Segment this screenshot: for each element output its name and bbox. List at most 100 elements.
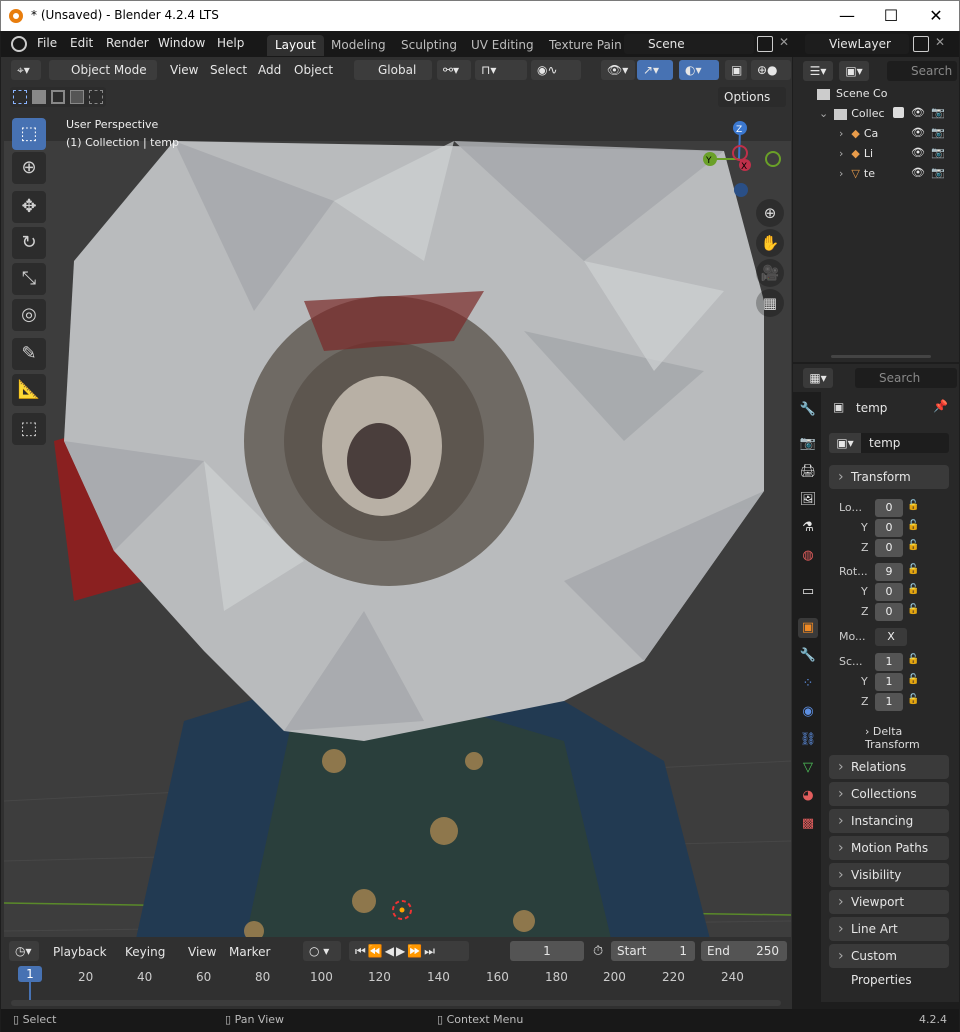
outliner-filter-icon[interactable]: ▣▾ [839,61,869,81]
end-frame-field[interactable]: End 250 [701,941,787,961]
render-tab-icon[interactable]: 📷 [798,434,818,454]
outliner-search[interactable]: Search [887,61,957,81]
rotation-z-field[interactable]: 0 [875,603,903,621]
proportional-edit-icon[interactable]: ◉∿ [531,60,581,80]
menu-view[interactable]: View [170,63,198,77]
scale-z-field[interactable]: 1 [875,693,903,711]
clock-icon[interactable]: ⏱ [593,944,603,959]
visibility-icon[interactable]: 👁▾ [601,60,635,80]
overlay-toggle-icon[interactable]: ◐▾ [679,60,719,80]
scale-tool[interactable]: ⤡ [12,263,46,295]
add-cube-tool[interactable]: ⬚ [12,413,46,445]
properties-editor-icon[interactable]: ▦▾ [803,368,833,388]
custom-properties-panel[interactable]: Custom Properties [829,944,949,987]
timeline-scrollbar[interactable] [11,1000,781,1006]
pin-icon[interactable]: 📌 [933,399,948,413]
light-eye-icon[interactable]: 👁 [911,146,925,159]
object-browse-icon[interactable]: ▣▾ [829,433,861,453]
location-x-field[interactable]: 0 [875,499,903,517]
menu-object[interactable]: Object [294,63,333,77]
select-subtract-icon[interactable] [51,90,65,104]
new-viewlayer-icon[interactable] [913,36,929,52]
menu-window[interactable]: Window [158,36,205,50]
playhead-frame-label[interactable]: 1 [18,966,42,982]
line-art-panel[interactable]: Line Art [829,917,949,941]
outliner-item-light[interactable]: › ◆ Li [839,147,873,160]
shading-mode-icon[interactable]: ⊕● [751,60,791,80]
visibility-panel[interactable]: Visibility [829,863,949,887]
orientation-selector[interactable]: Global [354,60,432,80]
lock-icon[interactable]: 🔓 [907,500,919,511]
remove-viewlayer-icon[interactable]: ✕ [935,35,945,49]
temp-eye-icon[interactable]: 👁 [911,166,925,179]
select-invert-icon[interactable] [70,90,84,104]
data-tab-icon[interactable]: ▽ [798,758,818,778]
camera-eye-icon[interactable]: 👁 [911,126,925,139]
zoom-icon[interactable]: ⊕ [756,199,784,227]
keying-menu[interactable]: Keying [125,945,165,959]
select-extend-icon[interactable] [32,90,46,104]
collection-camera-icon[interactable]: 📷 [931,106,945,119]
maximize-button[interactable]: ☐ [868,5,914,27]
light-render-icon[interactable]: 📷 [931,146,945,159]
viewport-display-panel[interactable]: Viewport Display [829,890,949,933]
relations-panel[interactable]: Relations [829,755,949,779]
motion-paths-panel[interactable]: Motion Paths [829,836,949,860]
options-button[interactable]: Options [718,87,786,107]
physics-tab-icon[interactable]: ◉ [798,702,818,722]
collection-expand-icon[interactable]: ⌄ [819,107,828,120]
temp-render-icon[interactable]: 📷 [931,166,945,179]
tab-layout[interactable]: Layout [267,35,324,56]
snap-icon[interactable]: ⊓▾ [475,60,527,80]
view-menu[interactable]: View [188,945,216,959]
gizmo-neg-z-icon[interactable] [734,183,748,197]
modifier-tab-icon[interactable]: 🔧 [798,646,818,666]
mode-selector[interactable]: Object Mode [49,60,157,80]
delta-transform-subpanel[interactable]: › Delta Transform [865,725,959,751]
menu-render[interactable]: Render [106,36,149,50]
collection-checkbox[interactable] [893,107,904,118]
expand-icon[interactable]: › [839,147,843,160]
rotation-y-field[interactable]: 0 [875,583,903,601]
current-frame-field[interactable]: 1 [510,941,584,961]
instancing-panel[interactable]: Instancing [829,809,949,833]
marker-menu[interactable]: Marker [229,945,270,959]
transform-panel-header[interactable]: Transform [829,465,949,489]
scene-selector[interactable]: Scene [624,34,754,54]
collection-row[interactable]: ⌄ Collec 👁 📷 [819,106,955,120]
outliner-item-temp[interactable]: › ▽ te [839,167,875,180]
scene-tab-icon[interactable]: ⚗ [798,518,818,538]
camera-render-icon[interactable]: 📷 [931,126,945,139]
annotate-tool[interactable]: ✎ [12,338,46,370]
particles-tab-icon[interactable]: ⁘ [798,674,818,694]
lock-icon[interactable]: 🔓 [907,654,919,665]
lock-icon[interactable]: 🔓 [907,520,919,531]
navigation-gizmo[interactable]: Z Y X [701,115,786,205]
auto-key-icon[interactable]: ○ ▾ [303,941,341,961]
menu-add[interactable]: Add [258,63,281,77]
ortho-grid-icon[interactable]: ▦ [756,289,784,317]
gizmo-neg-y-icon[interactable] [765,151,781,167]
menu-file[interactable]: File [37,36,57,50]
tab-modeling[interactable]: Modeling [323,35,394,56]
pan-hand-icon[interactable]: ✋ [756,229,784,257]
scene-collection-row[interactable]: Scene Co [817,87,887,100]
cursor-tool[interactable]: ⊕ [12,152,46,184]
new-scene-icon[interactable] [757,36,773,52]
lock-icon[interactable]: 🔓 [907,604,919,615]
location-z-field[interactable]: 0 [875,539,903,557]
select-box-tool[interactable]: ⬚ [12,118,46,150]
material-tab-icon[interactable]: ◕ [798,786,818,806]
object-name-field[interactable]: temp [861,433,949,453]
minimize-button[interactable]: — [824,5,870,27]
menu-edit[interactable]: Edit [70,36,93,50]
menu-select[interactable]: Select [210,63,247,77]
select-intersect-icon[interactable] [89,90,103,104]
lock-icon[interactable]: 🔓 [907,694,919,705]
tab-sculpting[interactable]: Sculpting [393,35,465,56]
view-layer-tab-icon[interactable]: 🖼 [798,490,818,510]
rotate-tool[interactable]: ↻ [12,227,46,259]
select-mode-group[interactable] [10,87,106,107]
blender-menu-icon[interactable] [11,36,27,52]
collection-tab-icon[interactable]: ▭ [798,582,818,602]
